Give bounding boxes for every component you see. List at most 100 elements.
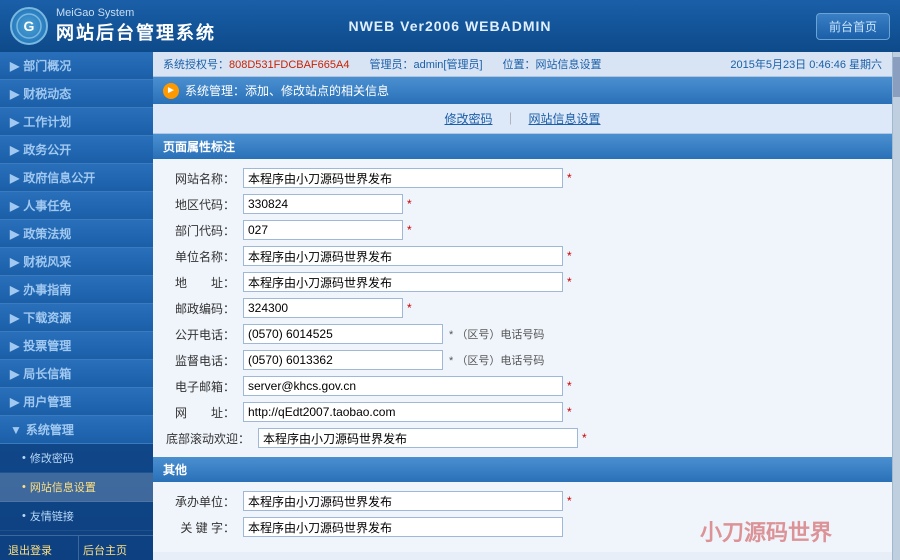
input-keywords[interactable] — [243, 517, 563, 537]
label-sitename: 网站名称： — [163, 170, 243, 187]
label-zip: 邮政编码： — [163, 300, 243, 317]
datetime: 2015年5月23日 0:46:46 星期六 — [730, 56, 882, 72]
location-value: 网站信息设置 — [536, 59, 602, 71]
sidebar-item-links[interactable]: • 友情链接 — [0, 502, 153, 531]
note-supervision: * （区号）电话号码 — [449, 352, 544, 368]
info-bar: 系统授权号：808D531FDCBAF665A4 管理员：admin[管理员] … — [153, 52, 892, 77]
location-label: 位置：网站信息设置 — [503, 56, 602, 72]
sidebar-item-user[interactable]: ▶ 用户管理 — [0, 388, 153, 416]
input-email[interactable] — [243, 376, 563, 396]
section-header-text: 系统管理：添加、修改站点的相关信息 — [185, 82, 389, 99]
input-areacode[interactable] — [243, 194, 403, 214]
required-url: * — [567, 405, 572, 419]
main-layout: ▶ 部门概况 ▶ 财税动态 ▶ 工作计划 ▶ 政务公开 ▶ 政府信息公开 ▶ 人… — [0, 52, 900, 560]
label-areacode: 地区代码： — [163, 196, 243, 213]
form-row-email: 电子邮箱： * — [153, 373, 892, 399]
sidebar-item-govinfo[interactable]: ▶ 政府信息公开 — [0, 164, 153, 192]
tab-separator: ｜ — [504, 110, 516, 127]
form-section1-title: 页面属性标注 — [153, 134, 892, 159]
sidebar-item-tax[interactable]: ▶ 财税动态 — [0, 80, 153, 108]
input-phone[interactable] — [243, 324, 443, 344]
scrollbar-track — [892, 52, 900, 560]
form-row-keywords: 关 键 字： — [153, 514, 892, 540]
section-icon: ► — [163, 83, 179, 99]
label-unitname: 单位名称： — [163, 248, 243, 265]
sidebar-item-personnel[interactable]: ▶ 人事任免 — [0, 192, 153, 220]
svg-text:G: G — [24, 18, 35, 34]
form-row-deptcode: 部门代码： * — [153, 217, 892, 243]
input-supervision[interactable] — [243, 350, 443, 370]
sidebar-item-changepwd[interactable]: • 修改密码 — [0, 444, 153, 473]
sidebar-item-gov[interactable]: ▶ 政务公开 — [0, 136, 153, 164]
form-row-zip: 邮政编码： * — [153, 295, 892, 321]
sidebar-item-guide[interactable]: ▶ 办事指南 — [0, 276, 153, 304]
required-sponsor: * — [567, 494, 572, 508]
sidebar-item-vote[interactable]: ▶ 投票管理 — [0, 332, 153, 360]
required-scroll: * — [582, 431, 587, 445]
form-section1-table: 网站名称： * 地区代码： * 部门代码： * 单位名称： — [153, 159, 892, 457]
required-address: * — [567, 275, 572, 289]
center-title: NWEB Ver2006 WEBADMIN — [348, 18, 551, 34]
title-main: 网站后台管理系统 — [56, 19, 216, 45]
required-unitname: * — [567, 249, 572, 263]
label-email: 电子邮箱： — [163, 378, 243, 395]
form-row-sponsor: 承办单位： * — [153, 488, 892, 514]
form-row-sitename: 网站名称： * — [153, 165, 892, 191]
form-content: 页面属性标注 网站名称： * 地区代码： * 部门代码： * — [153, 134, 892, 560]
sidebar-item-mailbox[interactable]: ▶ 局长信箱 — [0, 360, 153, 388]
input-scroll[interactable] — [258, 428, 578, 448]
input-sponsor[interactable] — [243, 491, 563, 511]
scrollbar-thumb[interactable] — [893, 57, 900, 97]
form-row-scroll: 底部滚动欢迎： * — [153, 425, 892, 451]
admin-label: 管理员：admin[管理员] — [369, 56, 482, 72]
title-block: MeiGao System 网站后台管理系统 — [56, 7, 216, 45]
tab-changepwd[interactable]: 修改密码 — [432, 110, 504, 127]
form-row-unitname: 单位名称： * — [153, 243, 892, 269]
label-phone: 公开电话： — [163, 326, 243, 343]
form-section2-title: 其他 — [153, 457, 892, 482]
sidebar-item-download[interactable]: ▶ 下载资源 — [0, 304, 153, 332]
sidebar-item-siteinfo[interactable]: • 网站信息设置 — [0, 473, 153, 502]
sidebar-item-policy[interactable]: ▶ 政策法规 — [0, 220, 153, 248]
admin-value: admin[管理员] — [413, 59, 482, 71]
required-sitename: * — [567, 171, 572, 185]
logout-button[interactable]: 退出登录 — [0, 536, 78, 560]
home-button[interactable]: 后台主页 — [79, 536, 153, 560]
input-address[interactable] — [243, 272, 563, 292]
label-url: 网 址： — [163, 404, 243, 421]
sidebar-item-style[interactable]: ▶ 财税风采 — [0, 248, 153, 276]
tab-siteinfo[interactable]: 网站信息设置 — [517, 110, 613, 127]
sidebar-item-work[interactable]: ▶ 工作计划 — [0, 108, 153, 136]
logo: G MeiGao System 网站后台管理系统 — [10, 7, 216, 45]
label-supervision: 监督电话： — [163, 352, 243, 369]
sidebar-item-department[interactable]: ▶ 部门概况 — [0, 52, 153, 80]
form-row-phone: 公开电话： * （区号）电话号码 — [153, 321, 892, 347]
required-zip: * — [407, 301, 412, 315]
input-zip[interactable] — [243, 298, 403, 318]
logo-icon: G — [10, 7, 48, 45]
title-top: MeiGao System — [56, 7, 216, 19]
label-address: 地 址： — [163, 274, 243, 291]
required-deptcode: * — [407, 223, 412, 237]
input-url[interactable] — [243, 402, 563, 422]
input-unitname[interactable] — [243, 246, 563, 266]
form-row-address: 地 址： * — [153, 269, 892, 295]
section-header: ► 系统管理：添加、修改站点的相关信息 — [153, 77, 892, 104]
auth-value: 808D531FDCBAF665A4 — [229, 59, 349, 71]
sidebar-item-system[interactable]: ▼ 系统管理 — [0, 416, 153, 444]
form-row-supervision: 监督电话： * （区号）电话号码 — [153, 347, 892, 373]
sidebar: ▶ 部门概况 ▶ 财税动态 ▶ 工作计划 ▶ 政务公开 ▶ 政府信息公开 ▶ 人… — [0, 52, 153, 560]
label-scroll: 底部滚动欢迎： — [163, 430, 258, 447]
required-email: * — [567, 379, 572, 393]
front-page-button[interactable]: 前台首页 — [816, 13, 890, 40]
form-row-url: 网 址： * — [153, 399, 892, 425]
input-deptcode[interactable] — [243, 220, 403, 240]
required-areacode: * — [407, 197, 412, 211]
header: G MeiGao System 网站后台管理系统 NWEB Ver2006 WE… — [0, 0, 900, 52]
input-sitename[interactable] — [243, 168, 563, 188]
auth-label: 系统授权号：808D531FDCBAF665A4 — [163, 56, 349, 72]
note-phone: * （区号）电话号码 — [449, 326, 544, 342]
form-row-areacode: 地区代码： * — [153, 191, 892, 217]
form-section2-table: 小刀源码世界 承办单位： * 关 键 字： — [153, 482, 892, 552]
label-keywords: 关 键 字： — [163, 519, 243, 536]
